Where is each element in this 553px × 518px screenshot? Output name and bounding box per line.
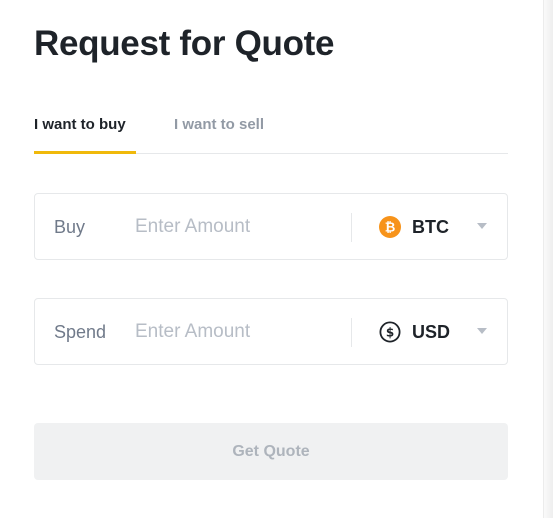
spend-currency-select[interactable]: $ USD <box>379 314 507 350</box>
field-divider <box>351 318 352 347</box>
spend-currency-code: USD <box>412 322 451 342</box>
bitcoin-icon: ₿ <box>379 216 401 238</box>
buy-label: Buy <box>54 217 86 237</box>
field-divider <box>351 213 352 242</box>
buy-amount-input[interactable] <box>135 208 340 246</box>
scrollbar-edge <box>543 0 553 518</box>
tab-buy[interactable]: I want to buy <box>34 116 126 133</box>
chevron-down-icon <box>477 223 487 229</box>
get-quote-button[interactable]: Get Quote <box>34 423 508 480</box>
tab-sell[interactable]: I want to sell <box>174 116 264 133</box>
svg-text:₿: ₿ <box>385 221 396 236</box>
svg-text:$: $ <box>386 326 394 340</box>
spend-label: Spend <box>54 322 107 342</box>
buy-currency-code: BTC <box>412 217 449 237</box>
spend-amount-field: Spend $ USD <box>34 298 508 365</box>
buy-currency-select[interactable]: ₿ BTC <box>379 209 507 245</box>
chevron-down-icon <box>477 328 487 334</box>
page-title: Request for Quote <box>34 24 335 63</box>
trade-tabs: I want to buy I want to sell <box>34 108 508 154</box>
dollar-icon: $ <box>379 321 401 343</box>
buy-amount-field: Buy ₿ BTC <box>34 193 508 260</box>
spend-amount-input[interactable] <box>135 313 340 351</box>
active-tab-indicator <box>34 151 136 154</box>
